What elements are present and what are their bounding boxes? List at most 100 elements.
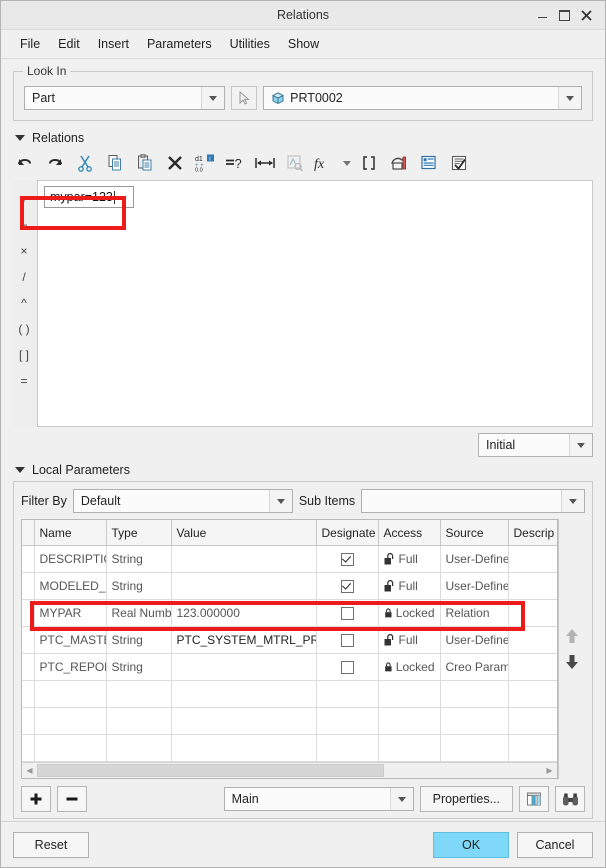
- chevron-down-icon[interactable]: [268, 490, 292, 512]
- scroll-right-icon[interactable]: ▶: [542, 763, 557, 778]
- collapse-triangle-icon[interactable]: [15, 467, 25, 473]
- verify-button[interactable]: [445, 151, 473, 175]
- column-header-value[interactable]: Value: [171, 520, 317, 546]
- column-header-type[interactable]: Type: [106, 520, 172, 546]
- cell-value[interactable]: [171, 653, 317, 681]
- table-row[interactable]: MYPAR Real Numb 123.000000 Locked Relati…: [22, 599, 557, 627]
- sub-items-combo[interactable]: [361, 489, 585, 513]
- cell-description[interactable]: [508, 626, 557, 654]
- move-down-arrow-icon[interactable]: [564, 653, 580, 671]
- menu-insert[interactable]: Insert: [89, 34, 138, 54]
- chevron-down-icon[interactable]: [558, 87, 581, 109]
- cell-access[interactable]: Full: [378, 545, 441, 573]
- cell-description[interactable]: [508, 653, 557, 681]
- relation-entry-field[interactable]: mypar=123: [44, 186, 134, 208]
- verify-relations-button[interactable]: ?: [221, 151, 249, 175]
- cell-name[interactable]: MYPAR: [34, 599, 107, 627]
- column-header-description[interactable]: Descrip: [508, 520, 557, 546]
- units-button[interactable]: [385, 151, 413, 175]
- cell-access[interactable]: Full: [378, 626, 441, 654]
- look-in-type-combo[interactable]: Part: [24, 86, 226, 110]
- chevron-down-icon[interactable]: [569, 434, 592, 456]
- function-dropdown-button[interactable]: [341, 151, 353, 175]
- cell-access[interactable]: Locked: [378, 653, 441, 681]
- row-grip[interactable]: [22, 626, 35, 654]
- find-button[interactable]: [555, 786, 585, 812]
- cell-name[interactable]: PTC_REPOR: [34, 653, 107, 681]
- chevron-down-icon[interactable]: [389, 788, 413, 810]
- column-header-name[interactable]: Name: [34, 520, 107, 546]
- operator-plus[interactable]: +: [14, 186, 34, 212]
- menu-utilities[interactable]: Utilities: [221, 34, 279, 54]
- designate-checkbox[interactable]: [340, 553, 354, 567]
- insert-function-button[interactable]: fx: [311, 151, 339, 175]
- switch-dimensions-button[interactable]: [281, 151, 309, 175]
- cell-source[interactable]: Relation: [440, 599, 509, 627]
- cell-access[interactable]: Locked: [378, 599, 441, 627]
- redo-button[interactable]: [41, 151, 69, 175]
- designate-checkbox[interactable]: [340, 607, 354, 621]
- undo-button[interactable]: [11, 151, 39, 175]
- ok-button[interactable]: OK: [433, 831, 509, 858]
- cell-description[interactable]: [508, 545, 557, 573]
- collapse-triangle-icon[interactable]: [15, 135, 25, 141]
- cell-value[interactable]: PTC_SYSTEM_MTRL_PROPS: [171, 626, 317, 654]
- cell-source[interactable]: User-Define: [440, 572, 509, 600]
- row-grip[interactable]: [22, 599, 35, 627]
- cell-name[interactable]: MODELED_: [34, 572, 107, 600]
- column-header-designate[interactable]: Designate: [316, 520, 379, 546]
- operator-power[interactable]: ^: [14, 290, 34, 316]
- menu-parameters[interactable]: Parameters: [138, 34, 221, 54]
- operator-divide[interactable]: /: [14, 264, 34, 290]
- cell-type[interactable]: String: [106, 572, 172, 600]
- chevron-down-icon[interactable]: [201, 87, 225, 109]
- scrollbar-track[interactable]: [384, 765, 542, 776]
- chevron-down-icon[interactable]: [561, 490, 584, 512]
- relations-text-editor[interactable]: mypar=123: [38, 180, 593, 427]
- row-grip[interactable]: [22, 572, 35, 600]
- cell-source[interactable]: User-Define: [440, 626, 509, 654]
- scrollbar-thumb[interactable]: [37, 764, 384, 777]
- local-parameters-section-header[interactable]: Local Parameters: [1, 457, 605, 479]
- row-grip[interactable]: [22, 653, 35, 681]
- remove-parameter-button[interactable]: [57, 786, 87, 812]
- cell-designate[interactable]: [316, 626, 379, 654]
- cell-type[interactable]: String: [106, 653, 172, 681]
- cell-description[interactable]: [508, 599, 557, 627]
- select-object-button[interactable]: [231, 86, 258, 110]
- cell-description[interactable]: [508, 572, 557, 600]
- menu-file[interactable]: File: [11, 34, 49, 54]
- menu-show[interactable]: Show: [279, 34, 328, 54]
- minimize-button[interactable]: [531, 5, 553, 25]
- designate-checkbox[interactable]: [340, 661, 354, 675]
- insert-parameter-button[interactable]: [355, 151, 383, 175]
- relation-notes-button[interactable]: [415, 151, 443, 175]
- table-row[interactable]: MODELED_ String Full User-Define: [22, 572, 557, 600]
- look-in-object-combo[interactable]: PRT0002: [263, 86, 582, 110]
- scope-combo[interactable]: Main: [223, 787, 414, 811]
- cut-button[interactable]: [71, 151, 99, 175]
- cell-designate[interactable]: [316, 599, 379, 627]
- cell-source[interactable]: User-Define: [440, 545, 509, 573]
- columns-button[interactable]: [519, 786, 549, 812]
- operator-parens[interactable]: ( ): [14, 316, 34, 342]
- menu-edit[interactable]: Edit: [49, 34, 89, 54]
- cell-source[interactable]: Creo Param: [440, 653, 509, 681]
- column-header-source[interactable]: Source: [440, 520, 509, 546]
- cell-designate[interactable]: [316, 572, 379, 600]
- close-button[interactable]: [575, 5, 597, 25]
- reset-button[interactable]: Reset: [13, 831, 89, 858]
- operator-brackets[interactable]: [ ]: [14, 342, 34, 368]
- cell-name[interactable]: PTC_MASTE: [34, 626, 107, 654]
- properties-button[interactable]: Properties...: [419, 786, 513, 812]
- cell-name[interactable]: DESCRIPTIO: [34, 545, 107, 573]
- operator-multiply[interactable]: ×: [14, 238, 34, 264]
- move-up-arrow-icon[interactable]: [564, 627, 580, 645]
- copy-button[interactable]: [101, 151, 129, 175]
- cancel-button[interactable]: Cancel: [517, 831, 593, 858]
- paste-button[interactable]: [131, 151, 159, 175]
- cell-designate[interactable]: [316, 653, 379, 681]
- initial-combo[interactable]: Initial: [478, 433, 593, 457]
- table-row[interactable]: PTC_REPOR String Locked Creo Param: [22, 653, 557, 681]
- cell-value[interactable]: [171, 545, 317, 573]
